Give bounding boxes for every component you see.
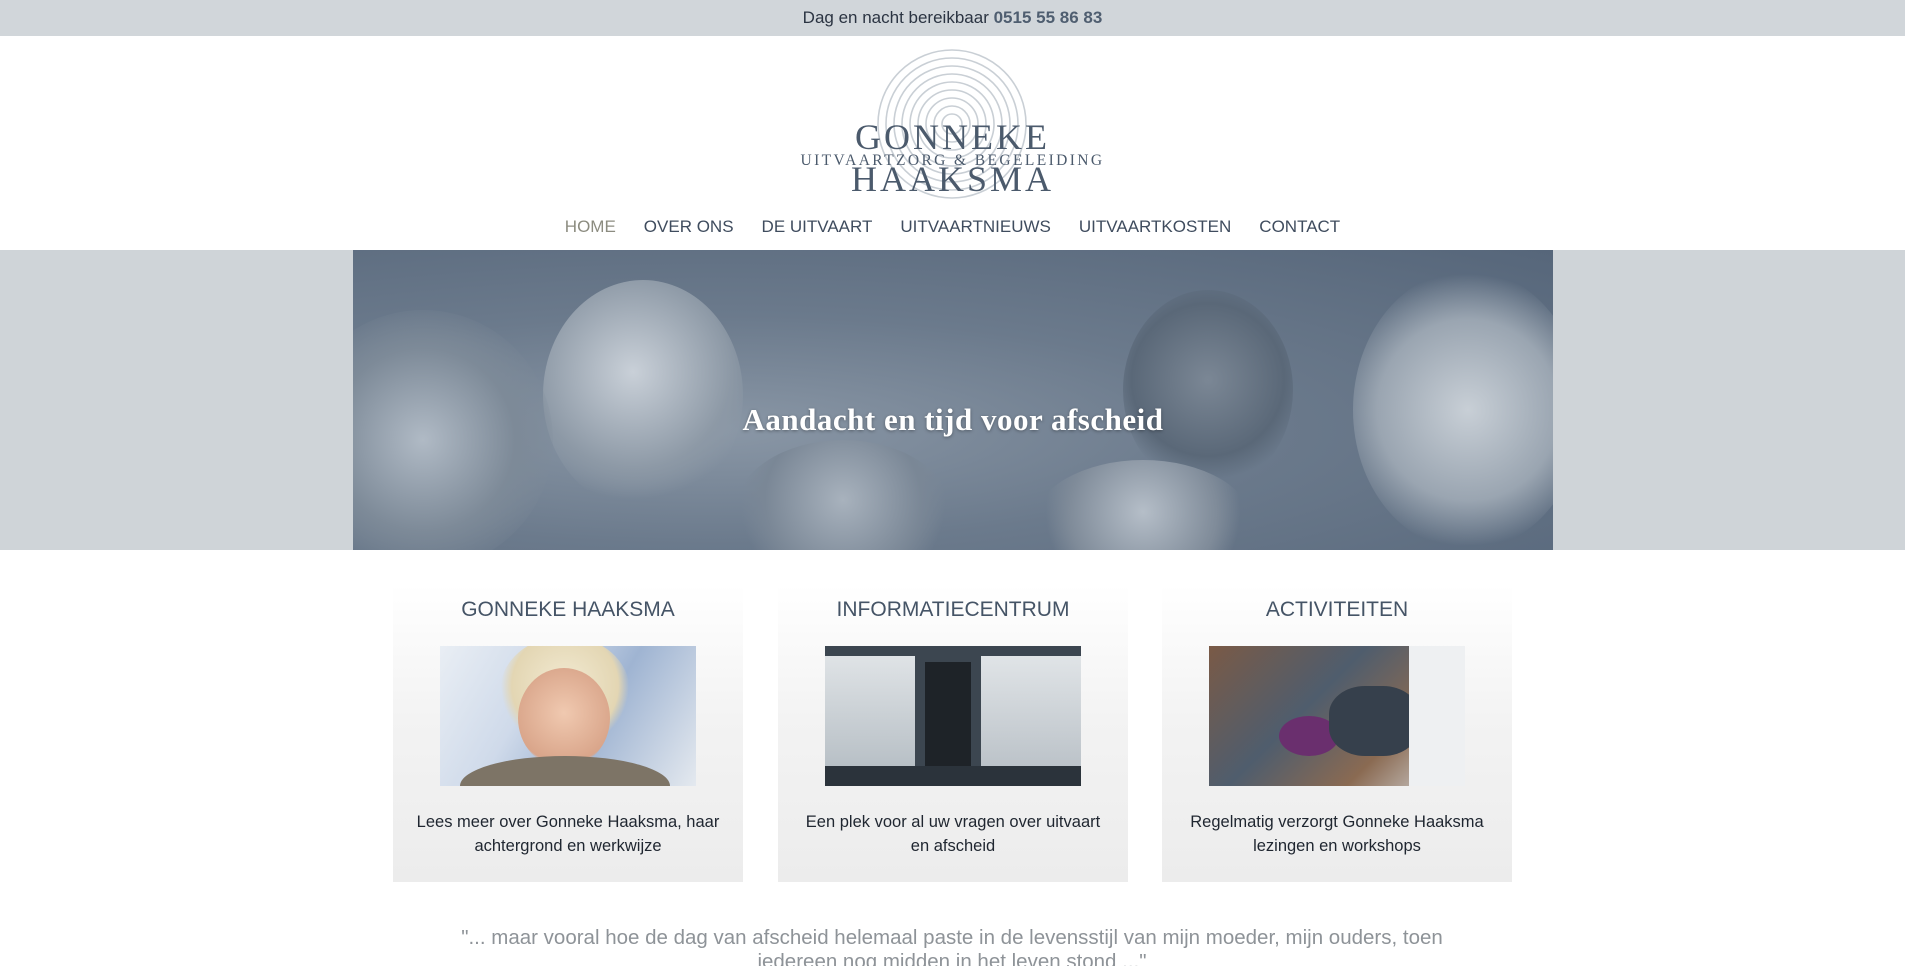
storefront-base <box>825 766 1081 786</box>
brand-tagline: UITVAARTZORG & BEGELEIDING <box>800 152 1105 169</box>
nav-uitvaartnieuws[interactable]: UITVAARTNIEUWS <box>900 212 1051 242</box>
main-navigation: HOME OVER ONS DE UITVAART UITVAARTNIEUWS… <box>0 212 1905 242</box>
nav-de-uitvaart[interactable]: DE UITVAART <box>762 212 873 242</box>
storefront-photo[interactable] <box>825 646 1081 786</box>
poppy-pod-shape <box>733 440 953 550</box>
card-informatiecentrum[interactable]: INFORMATIECENTRUM Een plek voor al uw vr… <box>778 584 1128 882</box>
card-title: ACTIVITEITEN <box>1265 598 1409 621</box>
nav-contact[interactable]: CONTACT <box>1259 212 1340 242</box>
card-description: Lees meer over Gonneke Haaksma, haar ach… <box>416 813 720 855</box>
hero-title: Aandacht en tijd voor afscheid <box>742 402 1164 437</box>
event-crowd-shape <box>1329 686 1419 756</box>
portrait-photo[interactable] <box>440 646 696 786</box>
nav-home[interactable]: HOME <box>565 212 616 242</box>
poppy-pod-shape <box>543 280 743 510</box>
nav-over-ons[interactable]: OVER ONS <box>644 212 734 242</box>
storefront-window-right <box>981 656 1081 766</box>
site-logo[interactable]: GONNEKE HAAKSMA UITVAARTZORG & BEGELEIDI… <box>760 44 1145 204</box>
event-wall-shape <box>1409 646 1465 786</box>
storefront-window-left <box>825 656 915 766</box>
event-crowd-photo[interactable] <box>1209 646 1465 786</box>
portrait-shoulders-shape <box>460 756 670 786</box>
top-contact-bar: Dag en nacht bereikbaar 0515 55 86 83 <box>0 0 1905 36</box>
card-activiteiten[interactable]: ACTIVITEITEN Regelmatig verzorgt Gonneke… <box>1162 584 1512 882</box>
portrait-face-shape <box>518 668 610 768</box>
availability-text: Dag en nacht bereikbaar <box>802 8 989 27</box>
card-description: Een plek voor al uw vragen over uitvaart… <box>805 813 1101 855</box>
nav-uitvaartkosten[interactable]: UITVAARTKOSTEN <box>1079 212 1231 242</box>
phone-number-link[interactable]: 0515 55 86 83 <box>994 8 1103 27</box>
card-description: Regelmatig verzorgt Gonneke Haaksma lezi… <box>1190 813 1484 855</box>
card-gonneke-haaksma[interactable]: GONNEKE HAAKSMA Lees meer over Gonneke H… <box>393 584 743 882</box>
card-title: INFORMATIECENTRUM <box>836 598 1070 621</box>
hero-banner: Aandacht en tijd voor afscheid <box>353 250 1553 550</box>
card-title: GONNEKE HAAKSMA <box>461 598 675 621</box>
testimonial-quote: "... maar vooral hoe de dag van afscheid… <box>461 926 1443 966</box>
